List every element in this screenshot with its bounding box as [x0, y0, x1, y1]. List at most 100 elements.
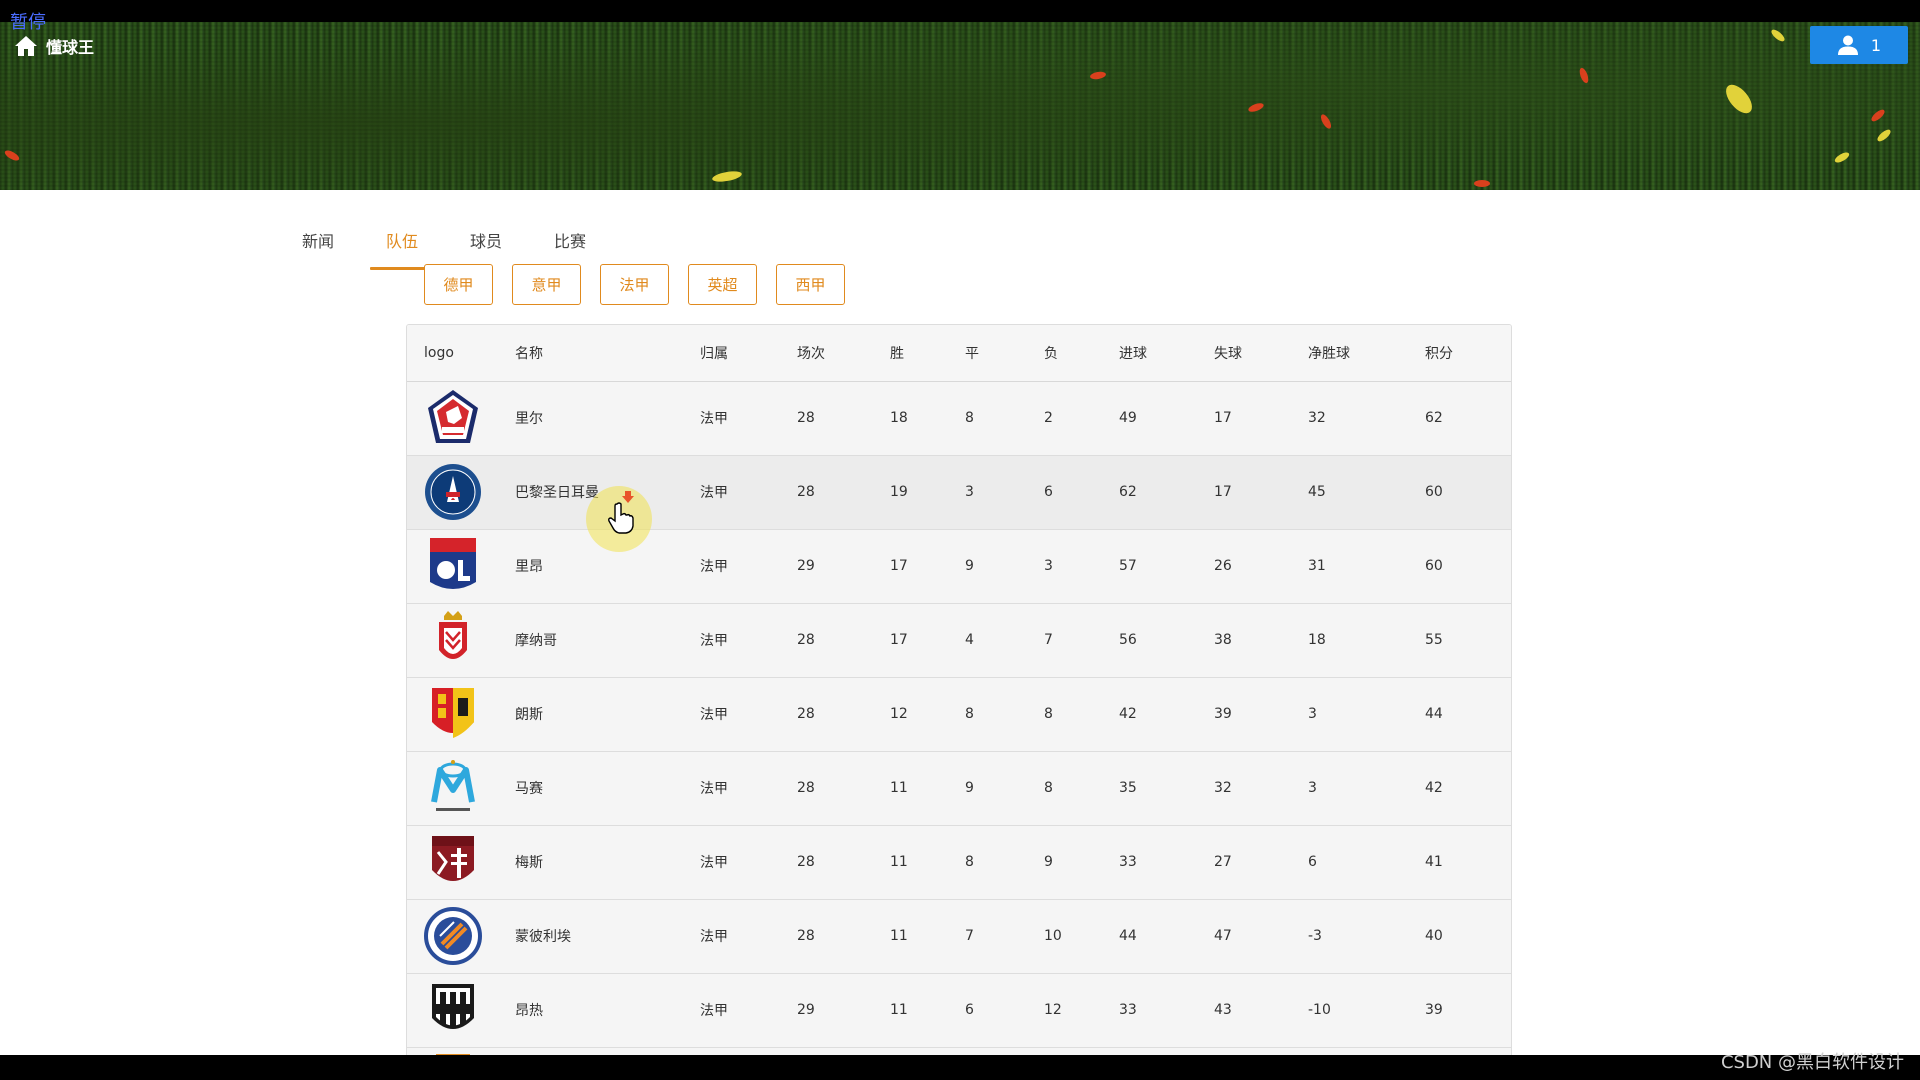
user-button[interactable]: 1: [1810, 26, 1908, 64]
played: 28: [780, 825, 873, 900]
played: 28: [780, 751, 873, 826]
header-banner: 懂球王 1: [0, 22, 1920, 190]
angers-logo-icon: [432, 984, 474, 1029]
team-league: 法甲: [683, 381, 780, 456]
losses: 8: [1027, 677, 1102, 752]
team-name[interactable]: 里昂: [498, 529, 683, 604]
team-league: 法甲: [683, 529, 780, 604]
team-name[interactable]: 蒙彼利埃: [498, 899, 683, 974]
team-name[interactable]: 里尔: [498, 381, 683, 456]
table-row[interactable]: 里昂 法甲 29 17 9 3 57 26 31 60: [407, 529, 1511, 604]
header-win: 胜: [873, 325, 948, 382]
header-league: 归属: [683, 325, 780, 382]
draws: 8: [948, 381, 1027, 456]
brand[interactable]: 懂球王: [14, 34, 94, 58]
points: 41: [1408, 825, 1511, 900]
draws: 8: [948, 677, 1027, 752]
league-button-bundesliga[interactable]: 德甲: [424, 264, 493, 305]
tab-matches[interactable]: 比赛: [528, 198, 612, 270]
app-window: 懂球王 1 新闻 队伍 球员 比赛 德甲 意甲 法甲 英超 西甲 logo 名称: [0, 22, 1920, 1055]
goal-diff: 6: [1291, 825, 1408, 900]
points: 42: [1408, 751, 1511, 826]
team-league: 法甲: [683, 751, 780, 826]
team-name[interactable]: 朗斯: [498, 677, 683, 752]
app-title: 懂球王: [46, 38, 95, 57]
points: 44: [1408, 677, 1511, 752]
team-name[interactable]: 昂热: [498, 973, 683, 1048]
table-row[interactable]: 蒙彼利埃 法甲 28 11 7 10 44 47 -3 40: [407, 899, 1511, 974]
team-league: 法甲: [683, 973, 780, 1048]
standings-table: logo 名称 归属 场次 胜 平 负 进球 失球 净胜球 积分 里尔 法甲 2…: [406, 324, 1512, 1055]
wins: 17: [873, 529, 948, 604]
tab-players[interactable]: 球员: [444, 198, 528, 270]
team-name[interactable]: 马赛: [498, 751, 683, 826]
points: 60: [1408, 529, 1511, 604]
goals-for: 56: [1102, 603, 1197, 678]
goals-against: 17: [1197, 381, 1291, 456]
tab-news[interactable]: 新闻: [276, 198, 360, 270]
table-row[interactable]: 梅斯 法甲 28 11 8 9 33 27 6 41: [407, 825, 1511, 900]
table-row[interactable]: [407, 1047, 1511, 1055]
goals-for: 49: [1102, 381, 1197, 456]
table-row[interactable]: 里尔 法甲 28 18 8 2 49 17 32 62: [407, 381, 1511, 456]
league-button-premier-league[interactable]: 英超: [688, 264, 757, 305]
draws: 3: [948, 455, 1027, 530]
monaco-logo-icon: [439, 611, 467, 659]
losses: 8: [1027, 751, 1102, 826]
points: 60: [1408, 455, 1511, 530]
league-button-ligue-1[interactable]: 法甲: [600, 264, 669, 305]
wins: 17: [873, 603, 948, 678]
pause-label: 暂停: [10, 12, 46, 33]
team-league: 法甲: [683, 677, 780, 752]
played: 29: [780, 973, 873, 1048]
losses: 9: [1027, 825, 1102, 900]
user-count: 1: [1870, 35, 1882, 55]
hand-cursor-icon: [608, 502, 634, 534]
tab-teams[interactable]: 队伍: [360, 198, 444, 270]
goals-against: 26: [1197, 529, 1291, 604]
table-row[interactable]: 朗斯 法甲 28 12 8 8 42 39 3 44: [407, 677, 1511, 752]
team-name[interactable]: 梅斯: [498, 825, 683, 900]
header-name: 名称: [498, 325, 683, 382]
goals-for: 57: [1102, 529, 1197, 604]
tab-label: 比赛: [553, 232, 586, 251]
goal-diff: 32: [1291, 381, 1408, 456]
table-row[interactable]: 马赛 法甲 28 11 9 8 35 32 3 42: [407, 751, 1511, 826]
lille-logo-icon: [428, 390, 478, 443]
header-goals-against: 失球: [1197, 325, 1291, 382]
goals-against: 38: [1197, 603, 1291, 678]
table-header-row: logo 名称 归属 场次 胜 平 负 进球 失球 净胜球 积分: [407, 325, 1511, 382]
team-league: 法甲: [683, 603, 780, 678]
tab-label: 队伍: [385, 232, 418, 251]
goals-against: 47: [1197, 899, 1291, 974]
header-goal-diff: 净胜球: [1291, 325, 1408, 382]
montpellier-logo-icon: [424, 907, 482, 965]
goals-against: 32: [1197, 751, 1291, 826]
losses: 3: [1027, 529, 1102, 604]
user-icon: [1837, 35, 1858, 55]
league-button-la-liga[interactable]: 西甲: [776, 264, 845, 305]
header-goals-for: 进球: [1102, 325, 1197, 382]
played: 28: [780, 381, 873, 456]
wins: 12: [873, 677, 948, 752]
points: 55: [1408, 603, 1511, 678]
goal-diff: -10: [1291, 973, 1408, 1048]
team-name[interactable]: 摩纳哥: [498, 603, 683, 678]
goals-for: 44: [1102, 899, 1197, 974]
table-row[interactable]: 昂热 法甲 29 11 6 12 33 43 -10 39: [407, 973, 1511, 1048]
league-button-serie-a[interactable]: 意甲: [512, 264, 581, 305]
main-tabs: 新闻 队伍 球员 比赛: [276, 198, 612, 270]
wins: 11: [873, 899, 948, 974]
table-row[interactable]: 摩纳哥 法甲 28 17 4 7 56 38 18 55: [407, 603, 1511, 678]
wins: 11: [873, 825, 948, 900]
wins: 18: [873, 381, 948, 456]
draws: 9: [948, 751, 1027, 826]
wins: 11: [873, 973, 948, 1048]
table-row[interactable]: 巴黎圣日耳曼 法甲 28 19 3 6 62 17 45 60: [407, 455, 1511, 530]
goals-for: 35: [1102, 751, 1197, 826]
draws: 8: [948, 825, 1027, 900]
psg-logo-icon: [425, 464, 481, 520]
goals-against: 17: [1197, 455, 1291, 530]
lens-logo-icon: [432, 688, 474, 738]
goals-against: 43: [1197, 973, 1291, 1048]
